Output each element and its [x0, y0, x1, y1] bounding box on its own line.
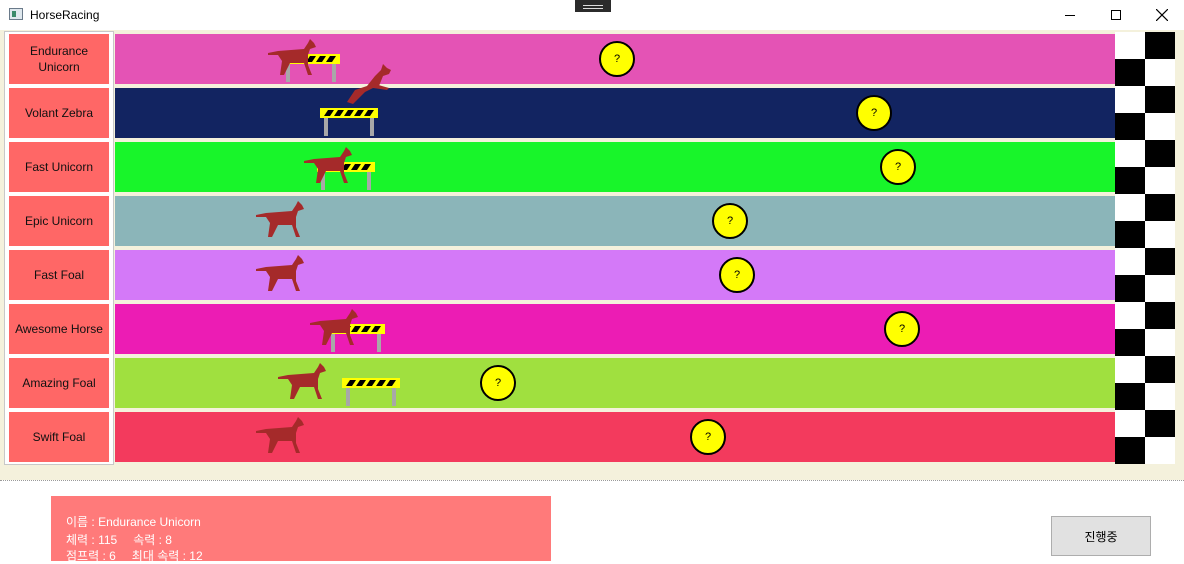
mystery-item: ?	[690, 419, 726, 455]
mystery-item: ?	[480, 365, 516, 401]
finish-cell	[1115, 383, 1145, 410]
divider	[0, 480, 1184, 481]
horse-name-button[interactable]: Awesome Horse	[9, 304, 109, 354]
finish-cell	[1115, 140, 1145, 167]
horse-sprite	[268, 39, 318, 79]
finish-cell	[1145, 248, 1175, 275]
finish-cell	[1145, 275, 1175, 302]
horse-name-panel: Endurance Unicorn Volant Zebra Fast Unicor…	[4, 31, 114, 465]
horse-sprite	[256, 201, 306, 241]
race-lane	[115, 304, 1115, 354]
race-lane	[115, 88, 1115, 138]
finish-cell	[1145, 167, 1175, 194]
finish-cell	[1115, 86, 1145, 113]
title-bar: HorseRacing	[0, 0, 1184, 30]
horse-name-button[interactable]: Fast Unicorn	[9, 142, 109, 192]
horse-name-button[interactable]: Epic Unicorn	[9, 196, 109, 246]
window-title: HorseRacing	[30, 8, 100, 22]
info-speed: 속력 : 8	[133, 533, 172, 547]
horse-name-button[interactable]: Amazing Foal	[9, 358, 109, 408]
finish-cell	[1115, 329, 1145, 356]
finish-cell	[1145, 410, 1175, 437]
finish-cell	[1145, 437, 1175, 464]
mystery-item: ?	[856, 95, 892, 131]
close-icon	[1156, 9, 1168, 21]
finish-cell	[1115, 248, 1145, 275]
mystery-item: ?	[884, 311, 920, 347]
close-button[interactable]	[1139, 0, 1184, 30]
finish-cell	[1145, 356, 1175, 383]
race-status-button[interactable]: 진행중	[1051, 516, 1151, 556]
finish-cell	[1145, 221, 1175, 248]
finish-cell	[1145, 194, 1175, 221]
horse-sprite	[278, 363, 328, 403]
finish-cell	[1115, 356, 1145, 383]
horse-sprite	[310, 309, 360, 349]
mystery-item: ?	[880, 149, 916, 185]
finish-cell	[1115, 32, 1145, 59]
finish-cell	[1145, 113, 1175, 140]
finish-cell	[1115, 59, 1145, 86]
hurdle-obstacle	[342, 378, 400, 406]
finish-cell	[1115, 275, 1145, 302]
finish-cell	[1115, 194, 1145, 221]
maximize-button[interactable]	[1093, 0, 1139, 30]
horse-name-button[interactable]: Volant Zebra	[9, 88, 109, 138]
horse-name-button[interactable]: Swift Foal	[9, 412, 109, 462]
finish-cell	[1115, 221, 1145, 248]
app-icon	[9, 8, 23, 20]
info-stamina: 체력 : 115	[66, 533, 118, 547]
mystery-item: ?	[599, 41, 635, 77]
finish-cell	[1145, 59, 1175, 86]
mystery-item: ?	[719, 257, 755, 293]
horse-sprite	[256, 417, 306, 457]
finish-cell	[1145, 32, 1175, 59]
mystery-item: ?	[712, 203, 748, 239]
horse-info-panel: 이름 : Endurance Unicorn 체력 : 115 속력 : 8 점프…	[51, 496, 551, 563]
finish-cell	[1115, 437, 1145, 464]
finish-cell	[1145, 383, 1175, 410]
finish-cell	[1115, 410, 1145, 437]
race-lane	[115, 358, 1115, 408]
drag-grip-icon[interactable]	[575, 0, 611, 12]
finish-cell	[1145, 329, 1175, 356]
hurdle-obstacle	[320, 108, 378, 136]
finish-cell	[1145, 302, 1175, 329]
horse-sprite	[304, 147, 354, 187]
finish-cell	[1145, 140, 1175, 167]
minimize-button[interactable]	[1047, 0, 1093, 30]
info-name: 이름 : Endurance Unicorn	[66, 515, 201, 529]
horse-name-button[interactable]: Fast Foal	[9, 250, 109, 300]
horse-name-button[interactable]: Endurance Unicorn	[9, 34, 109, 84]
finish-line-checkered	[1115, 32, 1175, 464]
finish-cell	[1115, 167, 1145, 194]
race-lane	[115, 142, 1115, 192]
finish-cell	[1115, 113, 1145, 140]
finish-cell	[1145, 86, 1175, 113]
horse-sprite	[345, 62, 395, 104]
finish-cell	[1115, 302, 1145, 329]
horse-sprite	[256, 255, 306, 295]
